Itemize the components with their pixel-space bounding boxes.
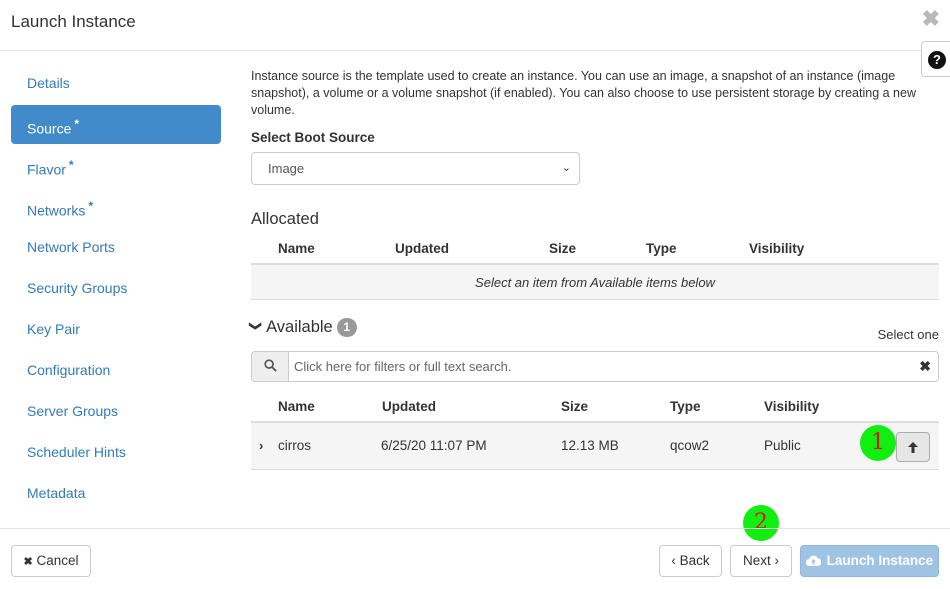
nav-item-label: Networks <box>27 202 86 219</box>
cell-type: qcow2 <box>670 438 710 453</box>
modal-footer: ✖ Cancel ‹ Back Next › Launch Instance <box>0 528 950 589</box>
chevron-right-icon[interactable]: › <box>259 438 263 453</box>
cell-visibility: Public <box>764 438 801 453</box>
back-label: Back <box>679 553 710 568</box>
chevron-down-icon: ❯ <box>249 320 264 332</box>
column-header-visibility: Visibility <box>764 399 820 414</box>
back-button[interactable]: ‹ Back <box>659 545 722 577</box>
column-header-size: Size <box>549 241 577 256</box>
available-title[interactable]: ❯ Available 1 <box>249 318 357 338</box>
nav-item-label: Server Groups <box>27 403 119 419</box>
search-input[interactable]: Click here for filters or full text sear… <box>294 352 511 381</box>
cell-size: 12.13 MB <box>561 438 619 453</box>
modal-header: Launch Instance ✖ <box>0 0 950 51</box>
allocate-button[interactable] <box>896 432 930 462</box>
boot-source-select[interactable]: Image ⌄ <box>251 152 580 185</box>
nav-item-key-pair[interactable]: Key Pair <box>11 310 221 351</box>
allocated-table-header: Name Updated Size Type Visibility <box>251 232 939 265</box>
search-bar[interactable]: Click here for filters or full text sear… <box>251 351 939 382</box>
nav-item-scheduler-hints[interactable]: Scheduler Hints <box>11 433 221 474</box>
nav-item-metadata[interactable]: Metadata <box>11 474 221 515</box>
column-header-size: Size <box>561 399 589 414</box>
launch-instance-button[interactable]: Launch Instance <box>800 545 939 577</box>
question-icon: ? <box>928 51 946 69</box>
cancel-button[interactable]: ✖ Cancel <box>11 545 91 577</box>
nav-item-label: Security Groups <box>27 280 128 296</box>
nav-item-configuration[interactable]: Configuration <box>11 351 221 392</box>
clear-icon[interactable]: ✖ <box>919 352 931 381</box>
available-table-header: Name Updated Size Type Visibility <box>251 390 939 423</box>
nav-item-networks[interactable]: Networks * <box>11 187 221 228</box>
column-header-name: Name <box>278 399 315 414</box>
required-marker: * <box>88 199 94 213</box>
column-header-type: Type <box>670 399 701 414</box>
cell-updated: 6/25/20 11:07 PM <box>381 438 487 453</box>
column-header-visibility: Visibility <box>749 241 805 256</box>
cancel-label: Cancel <box>36 553 79 568</box>
column-header-type: Type <box>646 241 677 256</box>
cloud-upload-icon <box>805 555 822 567</box>
nav-item-details[interactable]: Details <box>11 64 221 105</box>
wizard-nav: Details Source * Flavor * Networks * Networ… <box>11 64 221 515</box>
step-marker-1: 1 <box>860 425 896 461</box>
column-header-updated: Updated <box>395 241 449 256</box>
search-addon <box>252 352 289 381</box>
nav-item-label: Scheduler Hints <box>27 444 126 460</box>
allocated-empty-message: Select an item from Available items belo… <box>251 265 939 300</box>
close-icon[interactable]: ✖ <box>922 6 940 32</box>
nav-item-source[interactable]: Source * <box>11 105 221 144</box>
required-marker: * <box>68 158 74 172</box>
cell-name: cirros <box>278 438 311 453</box>
select-one-hint: Select one <box>877 327 939 342</box>
nav-item-security-groups[interactable]: Security Groups <box>11 269 221 310</box>
column-header-updated: Updated <box>382 399 436 414</box>
required-marker: * <box>74 117 80 131</box>
nav-item-label: Configuration <box>27 362 111 378</box>
boot-source-value: Image <box>268 161 305 176</box>
column-header-name: Name <box>278 241 315 256</box>
launch-label: Launch Instance <box>826 553 934 568</box>
modal-title: Launch Instance <box>11 12 136 31</box>
boot-source-label: Select Boot Source <box>251 130 375 145</box>
nav-item-label: Network Ports <box>27 239 115 255</box>
search-icon <box>264 359 277 372</box>
chevron-right-icon: › <box>774 553 780 568</box>
nav-item-label: Flavor <box>27 161 66 178</box>
table-row[interactable]: › cirros 6/25/20 11:07 PM 12.13 MB qcow2… <box>251 423 939 470</box>
next-label: Next <box>742 553 771 568</box>
next-button[interactable]: Next › <box>730 545 792 577</box>
source-help-text: Instance source is the template used to … <box>251 69 916 117</box>
chevron-down-icon: ⌄ <box>561 162 571 174</box>
nav-item-server-groups[interactable]: Server Groups <box>11 392 221 433</box>
nav-item-label: Metadata <box>27 485 86 501</box>
nav-item-label: Key Pair <box>27 321 80 337</box>
allocated-title: Allocated <box>251 210 319 228</box>
nav-item-network-ports[interactable]: Network Ports <box>11 228 221 269</box>
nav-item-label: Details <box>27 75 70 91</box>
arrow-up-icon <box>908 442 918 453</box>
chevron-left-icon: ‹ <box>671 553 676 568</box>
nav-item-flavor[interactable]: Flavor * <box>11 146 221 187</box>
nav-item-label: Source <box>27 120 72 137</box>
close-icon: ✖ <box>23 556 33 568</box>
available-label: Available <box>266 318 333 336</box>
available-count-badge: 1 <box>336 318 357 337</box>
